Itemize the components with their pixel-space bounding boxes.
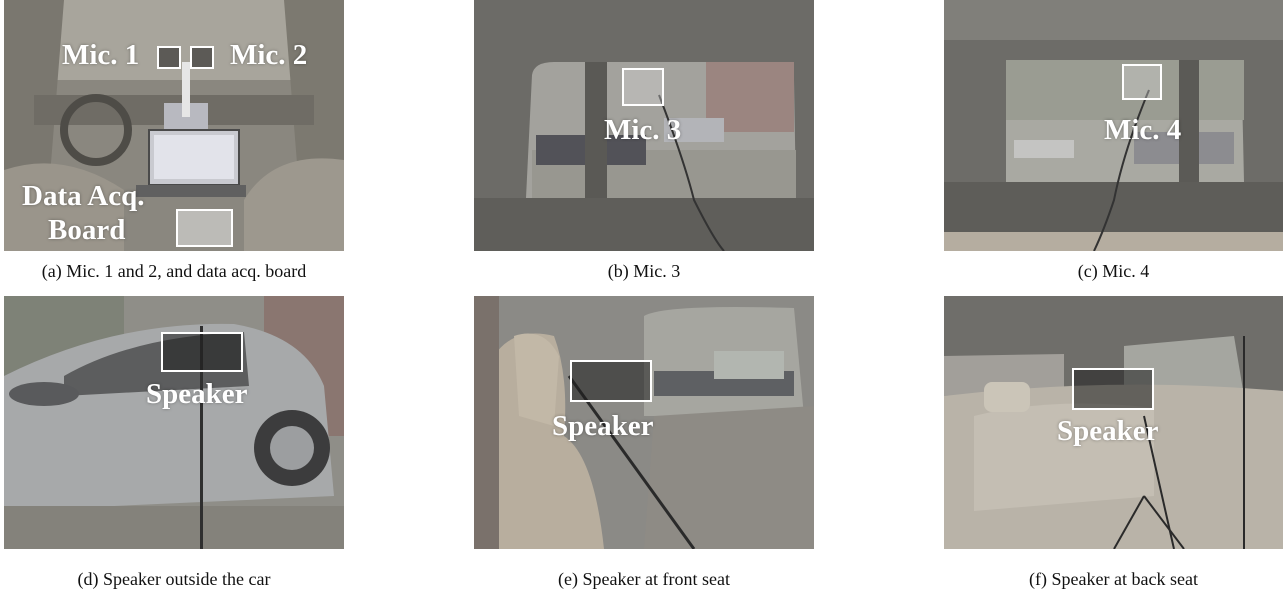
board-highlight-box bbox=[176, 209, 233, 247]
caption-d: (d) Speaker outside the car bbox=[77, 569, 271, 589]
caption-f: (f) Speaker at back seat bbox=[1029, 569, 1198, 589]
photo-a-car-dashboard: Mic. 1 Mic. 2 Data Acq. Board bbox=[4, 0, 344, 251]
mic3-label: Mic. 3 bbox=[604, 114, 682, 146]
caption-c: (c) Mic. 4 bbox=[1077, 261, 1150, 281]
mic2-label: Mic. 2 bbox=[230, 39, 308, 71]
mic4-label: Mic. 4 bbox=[1104, 114, 1182, 146]
photo-b-rear-window: Mic. 3 bbox=[474, 0, 814, 251]
speaker-e-label: Speaker bbox=[552, 410, 654, 442]
board-label-line1: Data Acq. bbox=[22, 180, 145, 212]
mic3-highlight-box bbox=[622, 68, 664, 106]
mic1-label: Mic. 1 bbox=[62, 39, 140, 71]
mic4-highlight-box bbox=[1122, 64, 1162, 100]
photo-f-back-seat: Speaker bbox=[944, 296, 1283, 549]
photo-d-car-exterior: Speaker bbox=[4, 296, 344, 549]
photo-e-front-seat: Speaker bbox=[474, 296, 814, 549]
speaker-d-highlight-box bbox=[161, 332, 243, 372]
mic1-highlight-box bbox=[157, 46, 181, 69]
speaker-e-highlight-box bbox=[570, 360, 652, 402]
speaker-f-highlight-box bbox=[1072, 368, 1154, 410]
caption-b: (b) Mic. 3 bbox=[607, 261, 681, 281]
caption-a: (a) Mic. 1 and 2, and data acq. board bbox=[41, 261, 307, 281]
photo-c-rear-window: Mic. 4 bbox=[944, 0, 1283, 251]
mic2-highlight-box bbox=[190, 46, 214, 69]
caption-e: (e) Speaker at front seat bbox=[558, 569, 730, 589]
board-label-line2: Board bbox=[48, 214, 126, 246]
speaker-d-label: Speaker bbox=[146, 378, 248, 410]
speaker-f-label: Speaker bbox=[1057, 415, 1159, 447]
